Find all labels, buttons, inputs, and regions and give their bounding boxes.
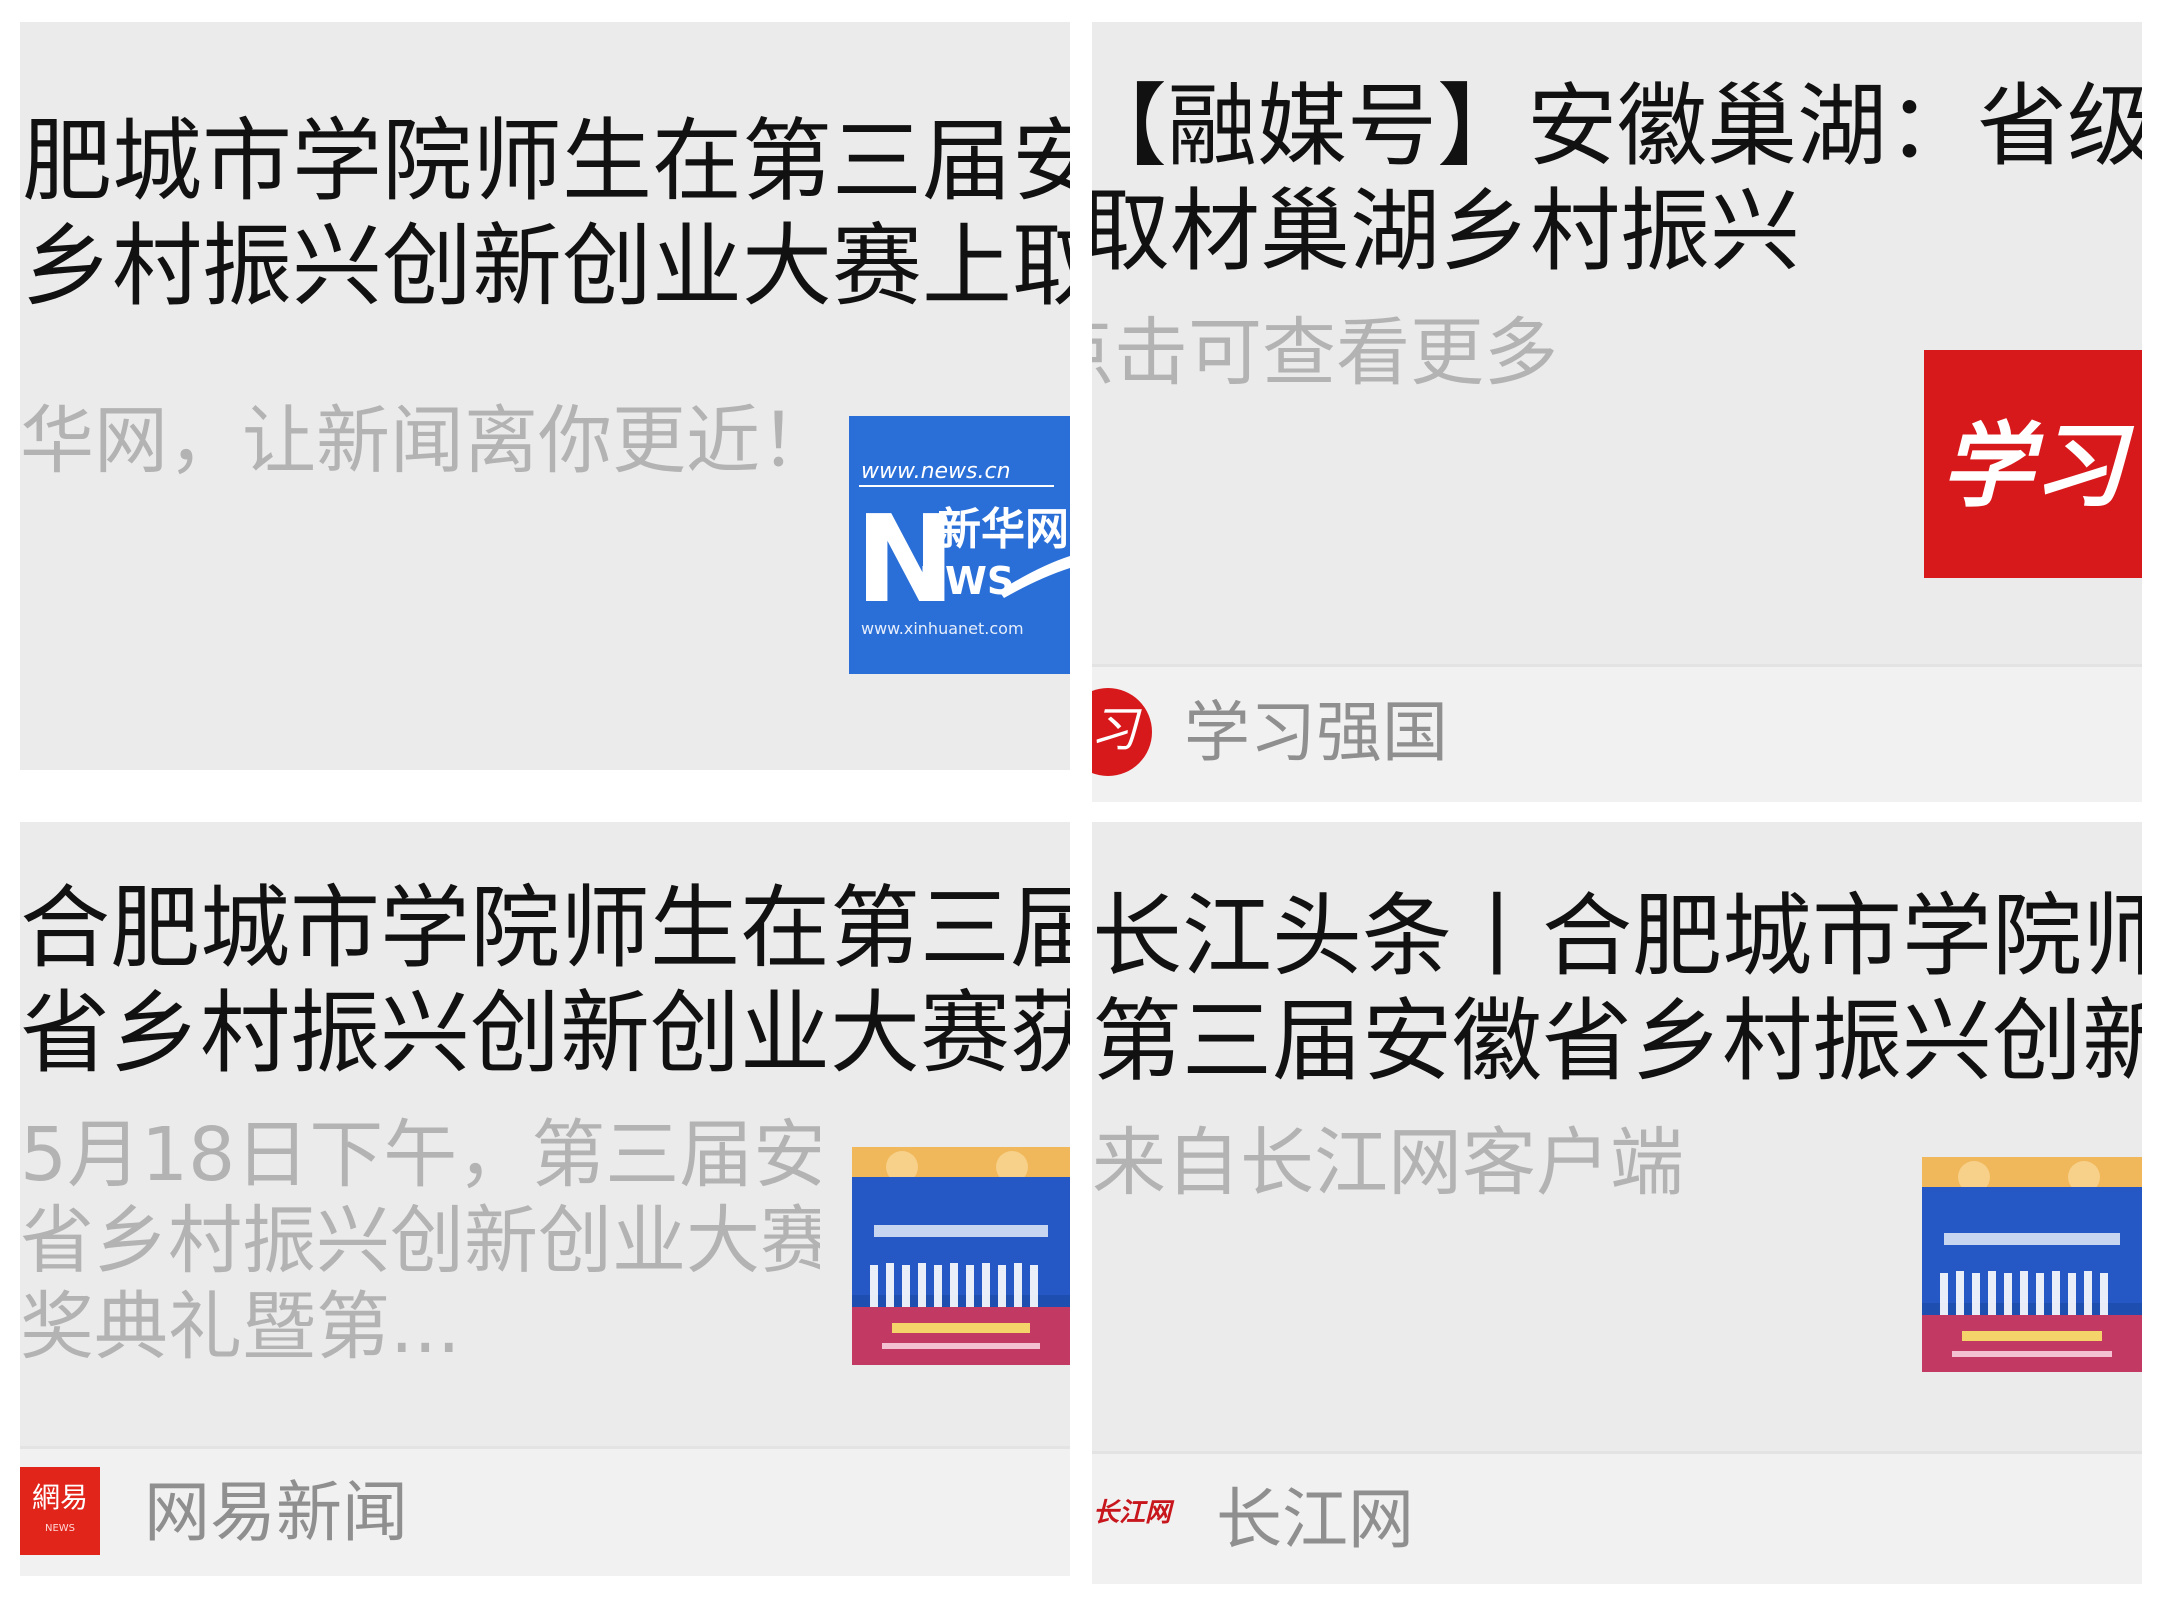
source-name[interactable]: 长江网 <box>1216 1480 1414 1560</box>
card-title-line-1: 合肥城市学院师生在第三届安徽 <box>20 876 1070 981</box>
source-name[interactable]: 学习强国 <box>1184 693 1448 773</box>
news-card-changjiang[interactable]: 长江头条丨合肥城市学院师生在 第三届安徽省乡村振兴创新创... 来自长江网客户端… <box>1092 822 2142 1584</box>
xinhua-news-logo-thumbnail: www.news.cn N 新华网 EWS www.xinhuanet.com <box>849 416 1070 674</box>
xuexi-logo-thumbnail: 学习 <box>1924 350 2142 578</box>
card-title-line-2: 花落取材巢湖乡村振兴 <box>1092 179 1800 284</box>
xinhua-news-logo-icon: www.news.cn N 新华网 EWS www.xinhuanet.com <box>855 459 1070 638</box>
card-title-line-1: 合肥城市学院师生在第三届安徽 <box>20 109 1070 214</box>
card-description-line-3: 奖典礼暨第... <box>20 1284 461 1370</box>
award-ceremony-photo-icon <box>1922 1157 2142 1372</box>
xinhua-bottom-url: www.xinhuanet.com <box>861 619 1024 638</box>
card-title-line-1: 【融媒号】安徽巢湖：省级大奖 <box>1092 74 2142 179</box>
source-name[interactable]: 网易新闻 <box>144 1473 408 1553</box>
xinhua-brand-text: 新华网 <box>937 504 1069 555</box>
xuexi-icon-glyph: 习 <box>1092 702 1139 758</box>
netease-icon-glyph: 網易 <box>31 1481 88 1514</box>
changjiang-icon-glyph: 长江网 <box>1092 1498 1171 1528</box>
card-title-line-1: 长江头条丨合肥城市学院师生在 <box>1092 884 2142 989</box>
xuexi-qiangguo-icon: 习 <box>1092 688 1152 776</box>
xinhua-sub-text: EWS <box>919 559 1014 603</box>
card-title-line-2: 省乡村振兴创新创业大赛获奖！ <box>20 981 1070 1086</box>
card-source-footer: 網易 NEWS 网易新闻 <box>20 1446 1070 1576</box>
changjiang-icon: 长江网 <box>1092 1484 1176 1548</box>
award-ceremony-photo <box>1922 1157 2142 1372</box>
xinhua-url-text: www.news.cn <box>861 459 1011 484</box>
card-title-line-2: 第三届安徽省乡村振兴创新创... <box>1092 989 2142 1094</box>
card-description-line-1: 5月18日下午，第三届安徽 <box>20 1112 820 1198</box>
card-description: 来自长江网客户端 <box>1092 1120 1684 1206</box>
xuexi-logo-icon: 学习 <box>1941 412 2135 520</box>
card-title-line-2: 省乡村振兴创新创业大赛上取... <box>20 214 1070 319</box>
card-description: 新华网，让新闻离你更近！ <box>20 398 834 484</box>
netease-icon-sub: NEWS <box>44 1523 76 1534</box>
award-ceremony-photo-icon <box>852 1147 1070 1365</box>
card-description: 点击可查看更多 <box>1092 310 1558 396</box>
news-card-xuexi[interactable]: 【融媒号】安徽巢湖：省级大奖 花落取材巢湖乡村振兴 点击可查看更多 学习 习 学… <box>1092 22 2142 802</box>
news-card-netease[interactable]: 合肥城市学院师生在第三届安徽 省乡村振兴创新创业大赛获奖！ 5月18日下午，第三… <box>20 822 1070 1576</box>
netease-icon: 網易 NEWS <box>20 1467 100 1555</box>
card-description-line-2: 省乡村振兴创新创业大赛颁 <box>20 1198 820 1284</box>
card-source-footer: 长江网 长江网 <box>1092 1451 2142 1584</box>
news-card-xinhua[interactable]: 合肥城市学院师生在第三届安徽 省乡村振兴创新创业大赛上取... 新华网，让新闻离… <box>20 22 1070 770</box>
card-source-footer: 习 学习强国 <box>1092 664 2142 802</box>
award-ceremony-photo <box>852 1147 1070 1365</box>
xuexi-logo-text: 学习 <box>1941 412 2135 520</box>
